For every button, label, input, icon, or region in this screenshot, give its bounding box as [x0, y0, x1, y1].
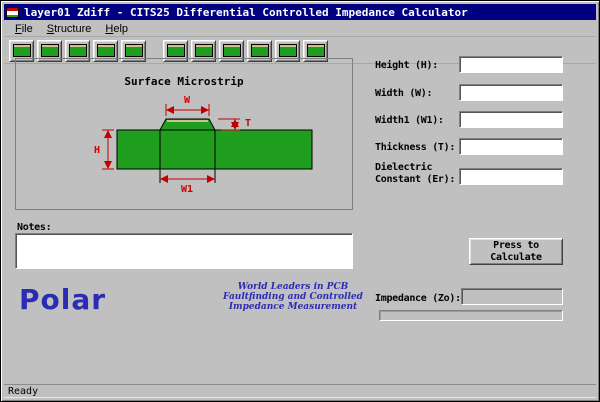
surface-microstrip-structure-icon	[13, 44, 31, 57]
progress-bar	[379, 310, 563, 321]
menu-structure[interactable]: Structure	[40, 22, 99, 36]
dual-stripline-structure-icon	[125, 44, 143, 57]
t-dimension-label: T	[245, 118, 251, 129]
menu-file[interactable]: File	[8, 22, 40, 36]
structure-diagram-panel: Surface Microstrip W T	[15, 58, 353, 210]
w-dimension-label: W	[184, 95, 191, 106]
width-input[interactable]	[459, 84, 563, 101]
tagline-line-2: Faultfinding and Controlled	[223, 292, 363, 302]
impedance-output	[461, 288, 563, 305]
embedded-microstrip-structure-icon	[69, 44, 87, 57]
status-text: Ready	[4, 386, 38, 397]
tagline-line-1: World Leaders in PCB	[223, 282, 363, 292]
thickness-label: Thickness (T):	[375, 142, 461, 154]
width1-label: Width1 (W1):	[375, 115, 461, 127]
menu-bar: File Structure Help	[4, 21, 596, 37]
diff-surface-microstrip-structure-icon	[167, 44, 185, 57]
calculate-button[interactable]: Press to Calculate	[469, 238, 563, 265]
diff-stripline-structure-icon	[251, 44, 269, 57]
trace-plating	[167, 120, 208, 122]
status-bar: Ready	[4, 384, 596, 398]
dielectric-constant-input[interactable]	[459, 168, 563, 185]
brand-tagline: World Leaders in PCB Faultfinding and Co…	[223, 282, 363, 312]
app-icon	[6, 7, 19, 18]
h-dimension-label: H	[94, 145, 100, 156]
diff-coplanar-structure-icon	[307, 44, 325, 57]
tagline-line-3: Impedance Measurement	[223, 302, 363, 312]
menu-help[interactable]: Help	[98, 22, 135, 36]
dielectric-constant-label: Dielectric Constant (Er):	[375, 162, 459, 186]
height-input[interactable]	[459, 56, 563, 73]
diff-embedded-microstrip-structure-icon	[223, 44, 241, 57]
coated-microstrip-structure-icon	[41, 44, 59, 57]
height-label: Height (H):	[375, 60, 461, 72]
width1-input[interactable]	[459, 111, 563, 128]
diff-coated-microstrip-structure-icon	[195, 44, 213, 57]
structure-diagram: W T H W1	[16, 89, 354, 207]
impedance-label: Impedance (Zo):	[375, 293, 461, 305]
title-bar[interactable]: layer01 Zdiff - CITS25 Differential Cont…	[4, 4, 596, 20]
width-label: Width (W):	[375, 88, 461, 100]
diagram-title: Surface Microstrip	[16, 75, 352, 88]
application-window: layer01 Zdiff - CITS25 Differential Cont…	[0, 0, 600, 402]
polar-logo: Polar	[19, 283, 106, 316]
w1-dimension-label: W1	[181, 184, 193, 195]
diff-dual-stripline-structure-icon	[279, 44, 297, 57]
stripline-structure-icon	[97, 44, 115, 57]
window-title: layer01 Zdiff - CITS25 Differential Cont…	[24, 6, 468, 19]
thickness-input[interactable]	[459, 138, 563, 155]
notes-input[interactable]	[15, 233, 353, 269]
